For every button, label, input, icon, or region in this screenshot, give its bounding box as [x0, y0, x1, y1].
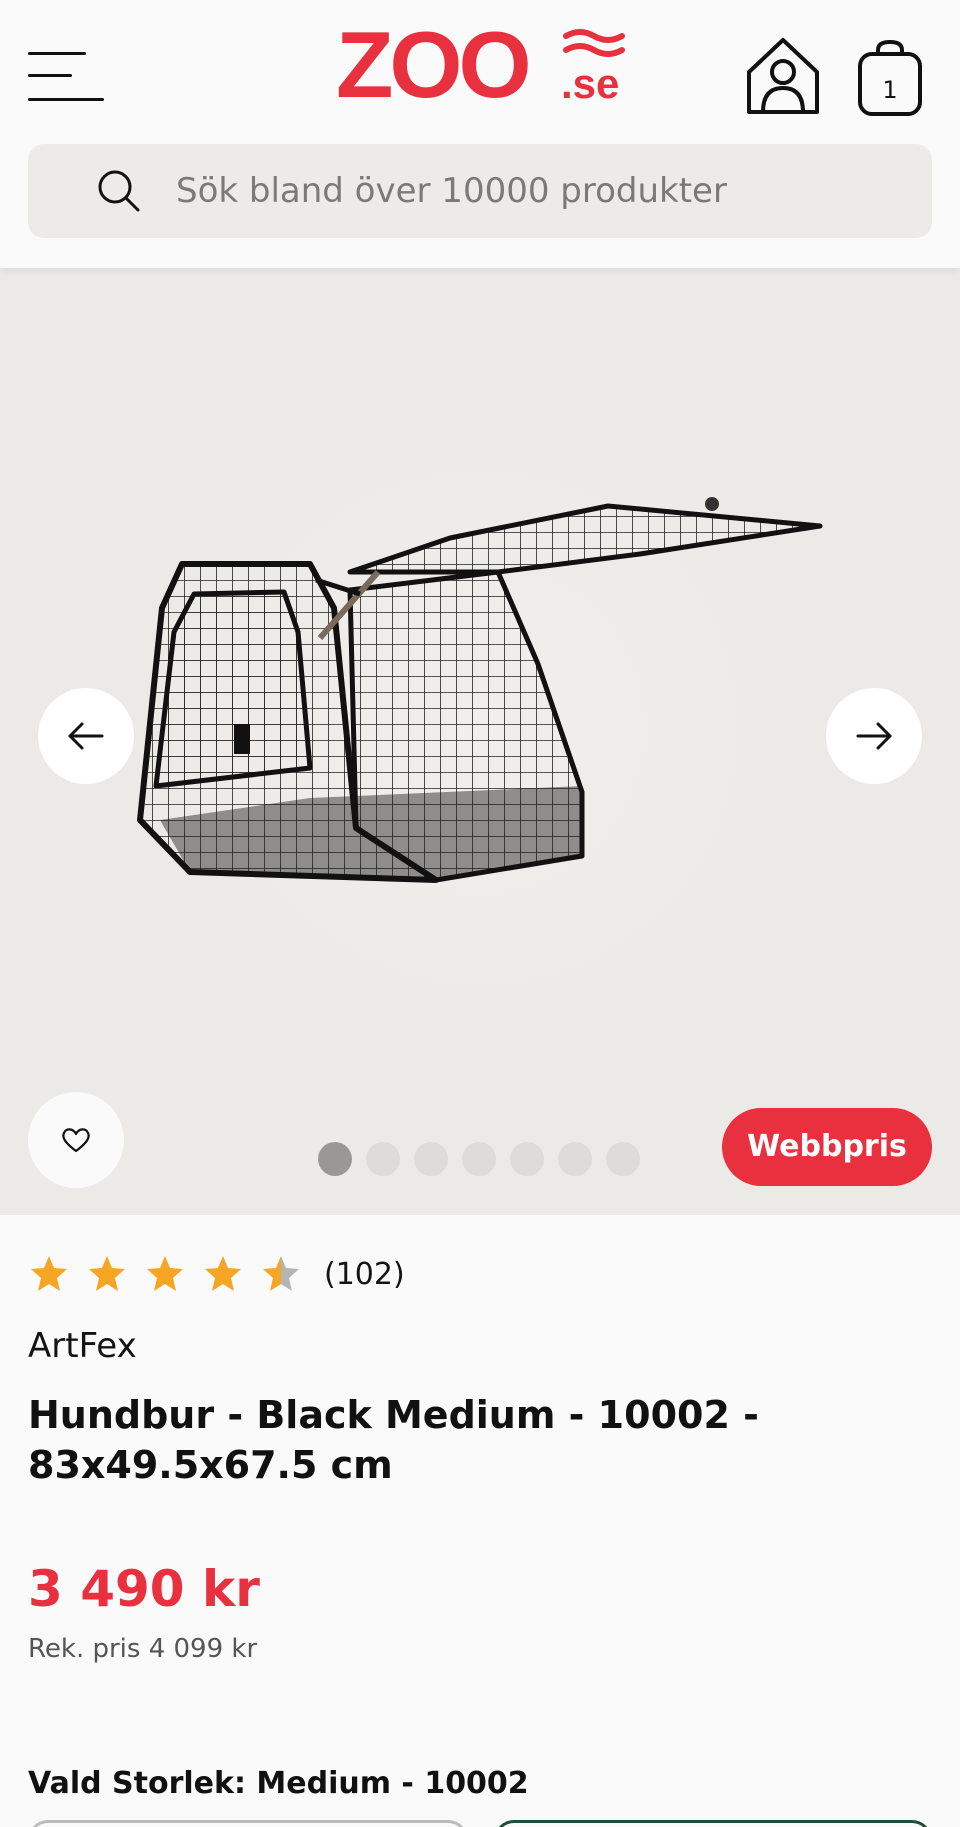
gallery-dot[interactable]: [414, 1142, 448, 1176]
star-icon: [205, 1256, 241, 1291]
menu-line: [28, 98, 104, 101]
gallery-dot[interactable]: [510, 1142, 544, 1176]
product-rating[interactable]: (102): [28, 1250, 405, 1298]
zoo-logo[interactable]: ZOO .se: [336, 12, 626, 117]
product-gallery: Webbpris: [0, 268, 960, 1215]
next-image-button[interactable]: [826, 688, 922, 784]
previous-image-button[interactable]: [38, 688, 134, 784]
gallery-dot[interactable]: [366, 1142, 400, 1176]
product-price: 3 490 kr: [28, 1560, 260, 1618]
selected-size-label: Vald Storlek: Medium - 10002: [28, 1766, 529, 1801]
cart-count: 1: [882, 76, 898, 104]
site-header: ZOO .se 1: [0, 0, 960, 268]
arrow-right-icon: [856, 722, 892, 750]
gallery-dot[interactable]: [318, 1142, 352, 1176]
star-icon: [263, 1256, 299, 1291]
heart-icon: [62, 1128, 90, 1153]
product-title: Hundbur - Black Medium - 10002 - 83x49.5…: [28, 1393, 759, 1487]
favorite-button[interactable]: [28, 1092, 124, 1188]
gallery-dot[interactable]: [462, 1142, 496, 1176]
search-bar[interactable]: [28, 144, 932, 238]
cart-button[interactable]: 1: [856, 38, 924, 118]
product-image[interactable]: [120, 468, 840, 1028]
rating-count: (102): [324, 1256, 405, 1292]
rating-stars: [28, 1254, 302, 1294]
gallery-dot[interactable]: [558, 1142, 592, 1176]
star-icon: [147, 1256, 183, 1291]
gallery-dot[interactable]: [606, 1142, 640, 1176]
house-person-icon: [747, 38, 819, 114]
size-option[interactable]: [28, 1820, 468, 1827]
logo-waves-icon: [563, 29, 625, 57]
star-icon: [31, 1256, 67, 1291]
menu-line: [28, 52, 86, 55]
product-brand[interactable]: ArtFex: [28, 1326, 137, 1366]
star-icon: [89, 1256, 125, 1291]
recommended-price: Rek. pris 4 099 kr: [28, 1634, 258, 1664]
menu-icon[interactable]: [28, 48, 106, 104]
logo-text: ZOO: [336, 12, 532, 117]
gallery-pagination: [318, 1142, 640, 1178]
menu-line: [28, 74, 72, 77]
size-option-selected[interactable]: [494, 1820, 932, 1827]
logo-suffix: .se: [561, 60, 620, 107]
webbpris-badge: Webbpris: [722, 1108, 932, 1186]
arrow-left-icon: [68, 722, 104, 750]
account-button[interactable]: [744, 36, 822, 116]
search-input[interactable]: [176, 144, 896, 238]
search-icon[interactable]: [96, 168, 142, 214]
